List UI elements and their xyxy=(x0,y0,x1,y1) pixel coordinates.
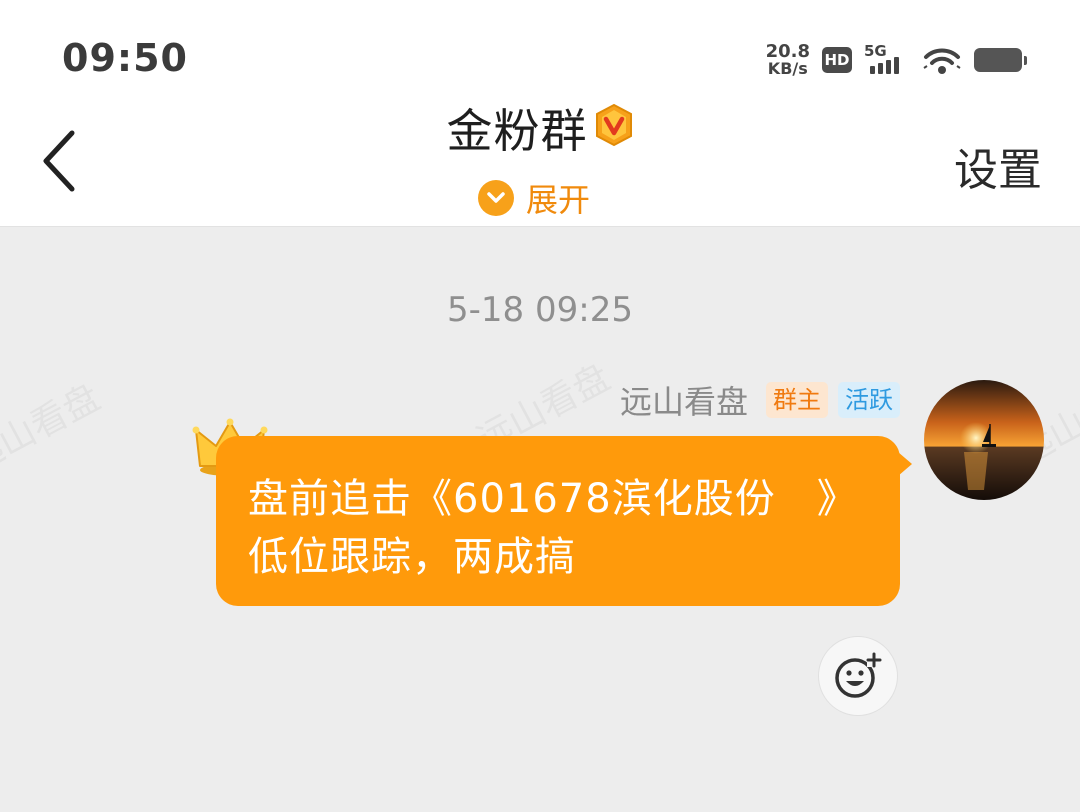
network-speed-unit: KB/s xyxy=(767,59,808,78)
message-bubble[interactable]: 盘前追击《601678滨化股份 》低位跟踪，两成搞 xyxy=(216,436,912,606)
cellular-signal-icon: 5G xyxy=(864,42,910,76)
watermark: 远山看盘 xyxy=(0,369,108,483)
message-timestamp: 5-18 09:25 xyxy=(447,290,633,330)
group-title: 金粉群 xyxy=(446,104,588,158)
wifi-icon xyxy=(923,48,961,74)
owner-tag: 群主 xyxy=(766,382,828,418)
header-title-group: 金粉群 xyxy=(0,96,1080,160)
settings-button[interactable]: 设置 xyxy=(954,134,1042,198)
verified-badge-icon xyxy=(595,103,632,147)
expand-label: 展开 xyxy=(526,181,591,219)
network-speed: 20.8 KB/s xyxy=(765,41,810,78)
top-bar: 09:50 20.8 KB/s HD 5G 金粉群 展开 设置 xyxy=(0,0,1080,227)
sunset-avatar-image xyxy=(924,380,1044,500)
avatar[interactable] xyxy=(924,380,1044,500)
expand-button[interactable]: 展开 xyxy=(478,176,590,220)
expand-chevron-icon xyxy=(478,180,514,216)
network-speed-value: 20.8 xyxy=(765,41,810,62)
message-text: 盘前追击《601678滨化股份 》低位跟踪，两成搞 xyxy=(248,476,858,580)
add-emoji-icon xyxy=(835,652,882,698)
sender-name[interactable]: 远山看盘 xyxy=(620,377,748,423)
active-tag: 活跃 xyxy=(838,382,900,418)
add-reaction-button[interactable] xyxy=(818,636,898,716)
status-icons: 20.8 KB/s HD 5G xyxy=(765,38,1027,82)
battery-icon xyxy=(974,48,1027,72)
sender-info: 远山看盘 群主 活跃 xyxy=(620,377,900,423)
hd-icon: HD xyxy=(822,47,852,73)
status-time: 09:50 xyxy=(62,36,188,80)
